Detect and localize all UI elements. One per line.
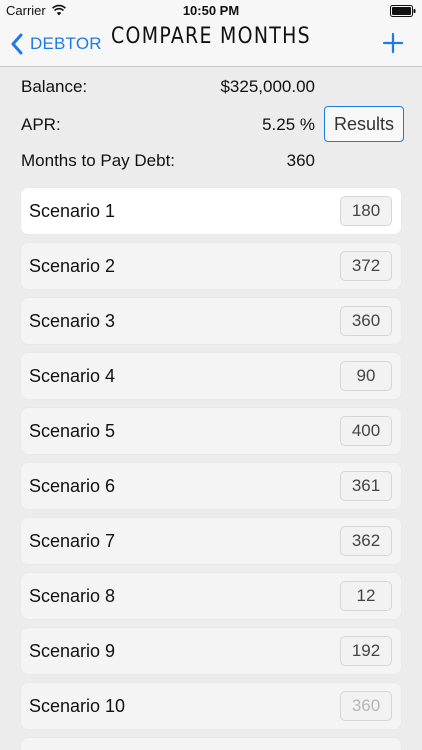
scenario-row-10[interactable]: Scenario 10 360: [21, 683, 401, 729]
scenario-label: Scenario 6: [29, 476, 116, 496]
scenario-months-input[interactable]: 400: [340, 416, 392, 446]
navigation-bar: DEBTOR COMPARE MONTHS: [0, 22, 422, 67]
status-bar: Carrier 10:50 PM: [0, 0, 422, 22]
scenario-row-9[interactable]: Scenario 9 192: [21, 628, 401, 674]
scenario-label: Scenario 7: [29, 531, 116, 551]
months-label: Months to Pay Debt:: [21, 151, 176, 170]
scenario-months-input[interactable]: 372: [340, 251, 392, 281]
scenario-months-input[interactable]: 361: [340, 471, 392, 501]
scenario-months-input[interactable]: 90: [340, 361, 392, 391]
scenario-row-4[interactable]: Scenario 4 90: [21, 353, 401, 399]
scenario-row-5[interactable]: Scenario 5 400: [21, 408, 401, 454]
scenario-label: Scenario 5: [29, 421, 116, 441]
months-value: 360: [286, 151, 315, 170]
scenario-row-3[interactable]: Scenario 3 360: [21, 298, 401, 344]
status-time: 10:50 PM: [182, 3, 240, 18]
scenario-row-7[interactable]: Scenario 7 362: [21, 518, 401, 564]
scenario-months-input[interactable]: 12: [340, 581, 392, 611]
scenario-months-input[interactable]: 360: [340, 306, 392, 336]
scenario-label: Scenario 3: [29, 311, 116, 331]
scenario-label: Scenario 8: [29, 586, 116, 606]
results-button[interactable]: Results: [324, 106, 404, 142]
scenario-row-11[interactable]: [21, 738, 401, 750]
scenario-row-6[interactable]: Scenario 6 361: [21, 463, 401, 509]
scenario-months-input[interactable]: 362: [340, 526, 392, 556]
scenario-months-input[interactable]: 192: [340, 636, 392, 666]
scenario-row-1[interactable]: Scenario 1 180: [21, 188, 401, 234]
chevron-left-icon: [11, 33, 23, 55]
apr-row: APR: 5.25 %: [21, 115, 321, 139]
balance-label: Balance:: [21, 77, 88, 96]
plus-icon[interactable]: [382, 32, 404, 54]
scenario-label: Scenario 4: [29, 366, 116, 386]
apr-label: APR:: [21, 115, 61, 134]
scenario-row-2[interactable]: Scenario 2 372: [21, 243, 401, 289]
scenario-label: Scenario 9: [29, 641, 116, 661]
balance-row: Balance: $325,000.00: [21, 77, 321, 101]
months-row: Months to Pay Debt: 360: [21, 151, 321, 175]
scenario-label: Scenario 1: [29, 201, 116, 221]
scenario-row-8[interactable]: Scenario 8 12: [21, 573, 401, 619]
scenario-months-input[interactable]: 360: [340, 691, 392, 721]
balance-value: $325,000.00: [220, 77, 315, 96]
scenario-months-input[interactable]: 180: [340, 196, 392, 226]
apr-value: 5.25 %: [262, 115, 315, 134]
scenario-label: Scenario 2: [29, 256, 116, 276]
scenario-label: Scenario 10: [29, 696, 126, 716]
battery-icon: [390, 5, 416, 17]
page-title: COMPARE MONTHS: [111, 24, 311, 49]
